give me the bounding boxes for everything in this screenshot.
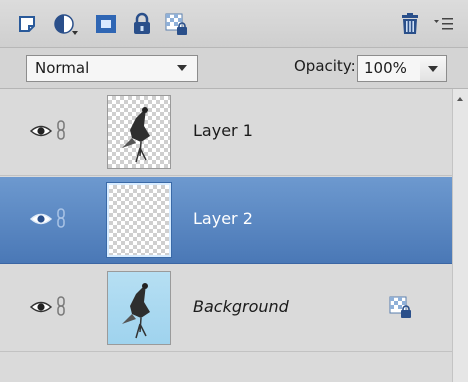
layers-list: Layer 1 Layer 2 Background — [0, 89, 452, 382]
layer-thumbnail — [107, 183, 171, 257]
blend-options-row: Normal 100% — [0, 48, 468, 89]
scroll-up-arrow-icon[interactable] — [457, 97, 463, 101]
layer-thumbnail — [107, 271, 171, 345]
chevron-down-icon — [428, 66, 438, 72]
lock-transparency-icon[interactable] — [162, 10, 190, 38]
adjustment-layer-icon[interactable] — [52, 10, 80, 38]
link-chain-icon[interactable] — [56, 208, 66, 228]
opacity-value: 100% — [364, 59, 407, 77]
layers-panel: Normal 100% Opacity: Layer 1 Layer 2 Bac… — [0, 0, 468, 382]
link-chain-icon[interactable] — [56, 120, 66, 140]
layer-thumbnail — [107, 95, 171, 169]
link-chain-icon[interactable] — [56, 296, 66, 316]
opacity-field[interactable]: 100% — [357, 55, 421, 82]
opacity-dropdown-button[interactable] — [420, 55, 447, 82]
layer-lock-icon[interactable] — [388, 295, 412, 319]
visibility-eye-icon[interactable] — [30, 123, 52, 139]
layer-name: Layer 1 — [193, 121, 253, 140]
panel-menu-icon[interactable] — [430, 10, 458, 38]
layer-row-layer-1[interactable]: Layer 1 — [0, 89, 452, 176]
lock-all-icon[interactable] — [128, 10, 156, 38]
layer-name: Layer 2 — [193, 209, 253, 228]
opacity-label: Opacity: — [294, 57, 356, 75]
visibility-eye-icon[interactable] — [30, 211, 52, 227]
chevron-down-icon — [177, 65, 187, 71]
visibility-eye-icon[interactable] — [30, 299, 52, 315]
layers-toolbar — [0, 0, 468, 48]
layer-name: Background — [193, 297, 289, 316]
blend-mode-value: Normal — [35, 59, 90, 77]
new-layer-icon[interactable] — [14, 10, 42, 38]
bird-image-icon — [122, 107, 150, 163]
layer-row-background[interactable]: Background — [0, 265, 452, 352]
blend-mode-dropdown[interactable]: Normal — [26, 55, 198, 82]
trash-icon[interactable] — [396, 10, 424, 38]
layers-scrollbar[interactable] — [452, 89, 468, 382]
bird-image-icon — [122, 283, 150, 339]
layer-mask-icon[interactable] — [92, 10, 120, 38]
layer-row-layer-2[interactable]: Layer 2 — [0, 177, 452, 264]
